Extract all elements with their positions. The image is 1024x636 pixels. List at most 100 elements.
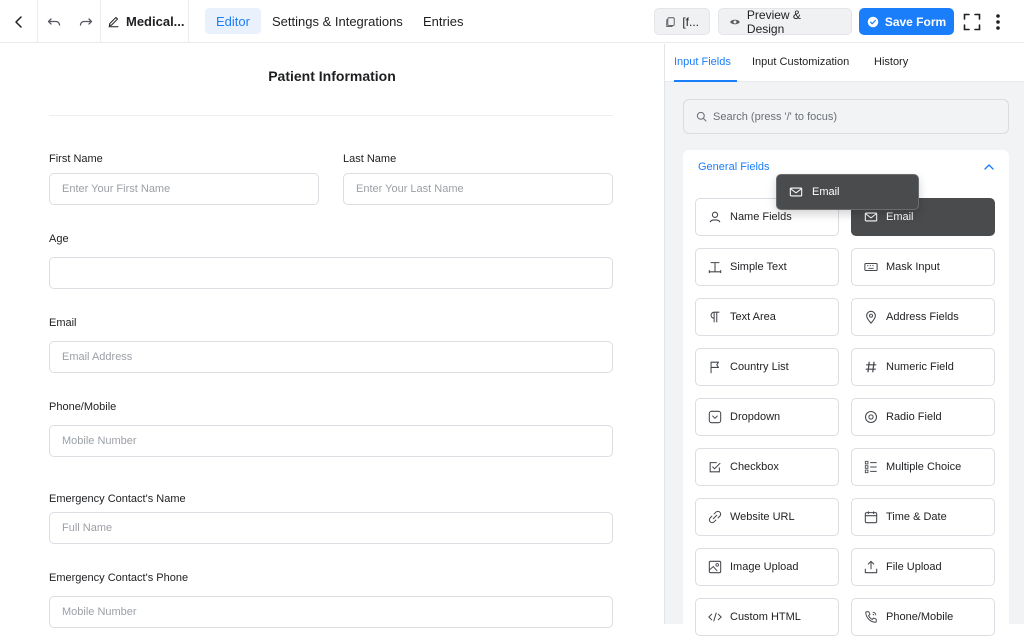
- form-title: Patient Information: [268, 68, 396, 84]
- group-title[interactable]: General Fields: [698, 161, 770, 173]
- save-form-button[interactable]: Save Form: [859, 8, 954, 35]
- undo-icon: [47, 17, 61, 26]
- shortcode-button[interactable]: [f...: [654, 8, 710, 35]
- divider: [37, 0, 38, 43]
- tab-entries[interactable]: Entries: [412, 8, 474, 34]
- field-search-input[interactable]: Search (press '/' to focus): [683, 99, 1009, 134]
- code-icon: [708, 612, 722, 622]
- field-tile-label: Email: [886, 211, 914, 223]
- top-bar: Medical... Editor Settings & Integration…: [0, 0, 1024, 43]
- field-tile-label: Name Fields: [730, 211, 792, 223]
- field-tile-label: Radio Field: [886, 411, 942, 423]
- first-name-input[interactable]: Enter Your First Name: [49, 173, 319, 205]
- field-tile-label: Custom HTML: [730, 611, 801, 623]
- field-tile-numeric-field[interactable]: Numeric Field: [851, 348, 995, 386]
- envelope-icon: [789, 187, 803, 197]
- panel-tabs: Input Fields Input Customization History: [665, 44, 1024, 82]
- field-tile-simple-text[interactable]: Simple Text: [695, 248, 839, 286]
- field-tile-website-url[interactable]: Website URL: [695, 498, 839, 536]
- field-tile-dropdown[interactable]: Dropdown: [695, 398, 839, 436]
- copy-icon: [666, 16, 675, 27]
- field-tile-label: Numeric Field: [886, 361, 954, 373]
- more-options-button[interactable]: [990, 0, 1006, 43]
- pencil-icon: [108, 16, 119, 28]
- shortcode-label: [f...: [682, 14, 699, 29]
- list-check-icon: [864, 460, 877, 474]
- dropdown-icon: [708, 410, 722, 424]
- eye-icon: [730, 19, 740, 24]
- field-tile-image-upload[interactable]: Image Upload: [695, 548, 839, 586]
- field-tile-label: Simple Text: [730, 261, 787, 273]
- general-fields-group: General Fields Name Fields Email Simple …: [683, 150, 1009, 636]
- field-tile-label: Address Fields: [886, 311, 959, 323]
- emergency-phone-input[interactable]: Mobile Number: [49, 596, 613, 628]
- email-input[interactable]: Email Address: [49, 341, 613, 373]
- field-tile-label: Checkbox: [730, 461, 779, 473]
- image-icon: [708, 560, 722, 574]
- emergency-phone-label: Emergency Contact's Phone: [49, 572, 189, 584]
- field-tile-multiple-choice[interactable]: Multiple Choice: [851, 448, 995, 486]
- field-tile-label: Website URL: [730, 511, 795, 523]
- field-tile-mask-input[interactable]: Mask Input: [851, 248, 995, 286]
- calendar-icon: [864, 511, 878, 524]
- link-icon: [708, 510, 722, 524]
- field-tile-phone-mobile[interactable]: Phone/Mobile: [851, 598, 995, 636]
- radio-icon: [864, 410, 878, 424]
- emergency-name-input[interactable]: Full Name: [49, 512, 613, 544]
- age-input[interactable]: [49, 257, 613, 289]
- search-placeholder: Search (press '/' to focus): [713, 110, 838, 123]
- divider: [49, 115, 613, 116]
- phone-label: Phone/Mobile: [49, 401, 117, 413]
- field-tile-label: Mask Input: [886, 261, 940, 273]
- phone-input[interactable]: Mobile Number: [49, 425, 613, 457]
- email-label: Email: [49, 317, 77, 329]
- checkbox-icon: [709, 462, 721, 473]
- phone-icon: [865, 611, 877, 623]
- field-tile-label: File Upload: [886, 561, 942, 573]
- drag-ghost-label: Email: [812, 186, 840, 198]
- field-tile-label: Image Upload: [730, 561, 799, 573]
- form-name[interactable]: Medical...: [107, 0, 185, 43]
- field-tile-address-fields[interactable]: Address Fields: [851, 298, 995, 336]
- field-tile-time-date[interactable]: Time & Date: [851, 498, 995, 536]
- flag-icon: [710, 361, 720, 374]
- field-tile-radio-field[interactable]: Radio Field: [851, 398, 995, 436]
- tab-editor[interactable]: Editor: [205, 8, 261, 34]
- drag-ghost-email[interactable]: Email: [776, 174, 919, 210]
- redo-button[interactable]: [72, 0, 100, 43]
- back-button[interactable]: [0, 0, 37, 43]
- tab-input-customization[interactable]: Input Customization: [752, 56, 849, 68]
- field-tile-label: Dropdown: [730, 411, 781, 423]
- form-canvas: Patient Information First Name Enter You…: [0, 44, 664, 628]
- save-form-label: Save Form: [884, 14, 947, 29]
- field-tile-text-area[interactable]: Text Area: [695, 298, 839, 336]
- check-circle-icon: [867, 16, 879, 27]
- field-tile-label: Time & Date: [886, 511, 947, 523]
- field-tile-custom-html[interactable]: Custom HTML: [695, 598, 839, 636]
- field-tile-label: Phone/Mobile: [886, 611, 954, 623]
- redo-icon: [79, 17, 93, 26]
- fullscreen-button[interactable]: [961, 0, 983, 43]
- field-tile-file-upload[interactable]: File Upload: [851, 548, 995, 586]
- tab-input-fields[interactable]: Input Fields: [674, 56, 731, 68]
- first-name-label: First Name: [49, 153, 103, 165]
- hash-icon: [865, 361, 877, 373]
- field-tile-country-list[interactable]: Country List: [695, 348, 839, 386]
- map-pin-icon: [866, 310, 876, 324]
- field-tile-label: Multiple Choice: [886, 461, 962, 473]
- text-cursor-icon: [708, 262, 722, 274]
- emergency-name-label: Emergency Contact's Name: [49, 493, 186, 505]
- divider: [100, 0, 101, 43]
- paragraph-icon: [710, 311, 720, 323]
- field-tile-checkbox[interactable]: Checkbox: [695, 448, 839, 486]
- form-name-label: Medical...: [126, 14, 185, 29]
- active-tab-indicator: [674, 80, 737, 82]
- field-tile-label: Text Area: [730, 311, 776, 323]
- last-name-input[interactable]: Enter Your Last Name: [343, 173, 613, 205]
- undo-button[interactable]: [40, 0, 68, 43]
- chevron-up-icon[interactable]: [984, 163, 994, 171]
- preview-design-button[interactable]: Preview & Design: [718, 8, 852, 36]
- tab-settings-integrations[interactable]: Settings & Integrations: [261, 8, 414, 34]
- keyboard-icon: [864, 262, 878, 272]
- tab-history[interactable]: History: [874, 56, 908, 68]
